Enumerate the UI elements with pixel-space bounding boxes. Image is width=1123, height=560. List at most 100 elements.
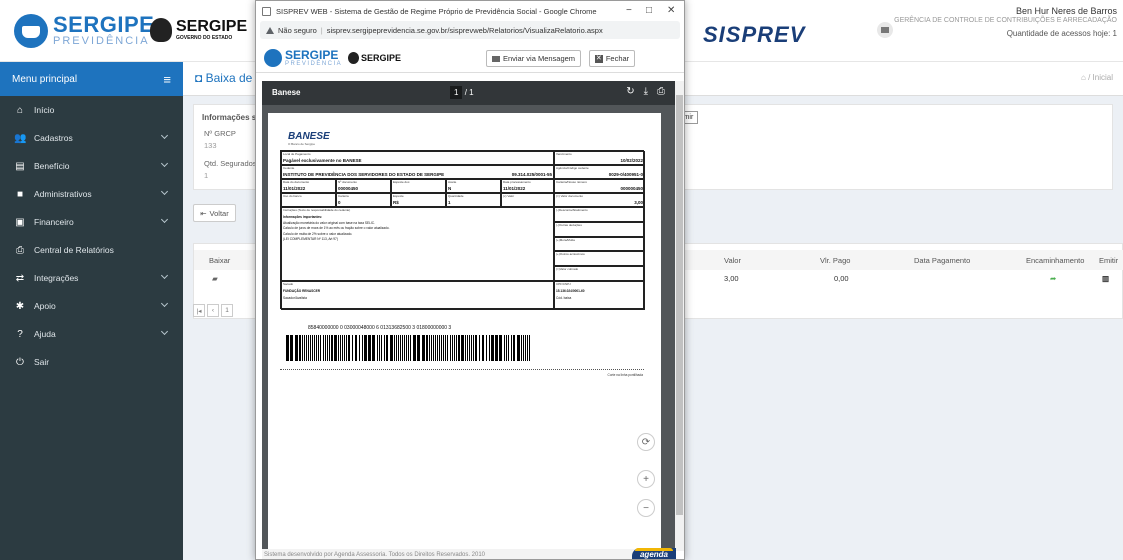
mini-logo-emblem-icon [264, 49, 282, 67]
barcode-bar [473, 335, 474, 361]
sergipe-previdencia-logo[interactable]: SERGIPE PREVIDÊNCIA [14, 14, 154, 48]
col-valor: Valor [724, 256, 741, 265]
barcode-bar [408, 335, 409, 361]
chevron-down-icon [160, 187, 169, 196]
address-bar[interactable]: Não seguro | sisprev.sergipeprevidencia.… [260, 21, 680, 39]
hamburger-menu-icon[interactable]: ≡ [163, 72, 171, 87]
sidebar-item-label: Financeiro [34, 217, 74, 227]
barcode-bar [316, 335, 317, 361]
cpf-cnpj-cell: CPF/CNPJ 15.136.024/0001-60 Cód. baixa [554, 281, 645, 310]
barcode-bar [491, 335, 494, 361]
instruction-line: Calculo de multa de 2% sobre o valor atu… [283, 231, 353, 236]
barcode-bar [439, 335, 440, 361]
barcode-icon[interactable]: ▥ [1102, 274, 1109, 283]
boleto-barcode [286, 335, 530, 361]
minimize-icon[interactable]: − [626, 5, 632, 16]
barcode-bar [364, 335, 367, 361]
sidebar-header: Menu principal ≡ [0, 62, 183, 96]
barcode-bar [413, 335, 416, 361]
barcode-bar [489, 335, 490, 361]
close-window-icon[interactable]: ✕ [667, 5, 675, 16]
barcode-bar [290, 335, 293, 361]
barcode-bar [410, 335, 411, 361]
forward-icon[interactable]: ➦ [1050, 274, 1056, 283]
barcode-bar [302, 335, 303, 361]
barcode-bar [359, 335, 360, 361]
download-icon[interactable]: ⤓ [644, 86, 648, 97]
x-valor-cell: (x) Valor [501, 193, 554, 207]
popup-scrollbar[interactable] [675, 81, 684, 551]
folder-open-icon[interactable]: ▰ [212, 274, 218, 283]
instrucoes-cell: Instruções (Texto de responsabilidade do… [281, 207, 554, 281]
fit-page-icon[interactable]: ⟳ [637, 433, 655, 451]
barcode-bar [304, 335, 305, 361]
barcode-bar [400, 335, 401, 361]
sidebar-title: Menu principal [12, 73, 78, 85]
sidebar-item-label: Central de Relatórios [34, 245, 114, 255]
prev-page-button[interactable]: ‹ [207, 304, 219, 317]
mini-sergipe-previdencia-logo: SERGIPE PREVIDÊNCIA [264, 49, 342, 67]
sidebar-item-1[interactable]: 👥 Cadastros [0, 124, 183, 152]
zoom-out-icon[interactable]: − [637, 499, 655, 517]
barcode-bar [521, 335, 522, 361]
question-icon: ? [17, 328, 23, 340]
barcode-bar [314, 335, 315, 361]
voltar-button[interactable]: ⇤ Voltar [193, 204, 236, 222]
nosso-numero-cell: Carteira/Nosso número 000000450 [554, 179, 645, 193]
voltar-label: Voltar [209, 208, 229, 218]
barcode-bar [475, 335, 477, 361]
sidebar-item-8[interactable]: ? Ajuda [0, 320, 183, 348]
barcode-bar [456, 335, 457, 361]
barcode-bar [377, 335, 378, 361]
maximize-icon[interactable]: □ [646, 5, 652, 16]
valor-documento-cell: (=) Valor documento 3,00 [554, 193, 645, 207]
barcode-bar [486, 335, 487, 361]
enviar-mensagem-button[interactable]: Enviar via Mensagem [486, 50, 581, 67]
barcode-bar [390, 335, 393, 361]
sidebar-item-label: Integrações [34, 273, 79, 283]
user-name: Ben Hur Neres de Barros [1015, 6, 1117, 16]
sidebar-item-7[interactable]: ✱ Apoio [0, 292, 183, 320]
barcode-bar [342, 335, 343, 361]
zoom-in-icon[interactable]: + [637, 470, 655, 488]
print-icon[interactable]: ⎙ [657, 86, 665, 97]
sidebar-item-5[interactable]: ⎙ Central de Relatórios [0, 236, 183, 264]
sidebar-item-label: Administrativos [34, 189, 92, 199]
page-title: ◘ Baixa de [195, 71, 253, 85]
barcode-bar [433, 335, 434, 361]
barcode-bar [362, 335, 363, 361]
breadcrumb[interactable]: ⌂ / Inicial [1081, 73, 1113, 82]
pdf-viewer[interactable]: BANESE O Banco de Sergipe Local de Pagam… [262, 105, 675, 553]
barcode-bar [381, 335, 382, 361]
instruction-line: Calculo de juros de mora de 1% ao mês ou… [283, 226, 390, 230]
instruction-line: Informações importantes: [283, 215, 323, 219]
mini-logo-subtext: PREVIDÊNCIA [285, 60, 343, 67]
chevron-down-icon [160, 327, 169, 336]
barcode-bar [384, 335, 385, 361]
sidebar-item-0[interactable]: ⌂ Início [0, 96, 183, 124]
sidebar-item-2[interactable]: ▤ Benefício [0, 152, 183, 180]
sidebar-item-label: Sair [34, 357, 50, 367]
barcode-bar [308, 335, 309, 361]
first-page-button[interactable]: |◂ [193, 304, 205, 317]
fechar-button[interactable]: ✕ Fechar [589, 50, 635, 67]
sidebar-item-label: Início [34, 105, 55, 115]
sidebar-item-6[interactable]: ⇄ Integrações [0, 264, 183, 292]
rotate-icon[interactable]: ↻ [626, 86, 634, 97]
page-favicon-icon [262, 6, 271, 16]
uso-banco-cell: Uso do banco [281, 193, 336, 207]
sidebar-item-3[interactable]: ■ Administrativos [0, 180, 183, 208]
sidebar-item-4[interactable]: ▣ Financeiro [0, 208, 183, 236]
barcode-bar [527, 335, 528, 361]
scroll-thumb[interactable] [676, 95, 683, 515]
access-count: Quantidade de acessos hoje: 1 [1006, 29, 1117, 38]
page-number-select[interactable]: 1 [221, 304, 233, 317]
not-secure-warning-icon [266, 26, 274, 34]
sidebar-item-9[interactable]: ⏻ Sair [0, 348, 183, 376]
logo-emblem-icon [14, 14, 48, 48]
sacado-cell: Sacado FUNDAÇÃO RENASCER Sacador/Avalist… [281, 281, 554, 310]
banese-logo: BANESE [288, 131, 330, 142]
barcode-bar [508, 335, 509, 361]
mail-icon[interactable] [877, 22, 893, 38]
page-number-input[interactable]: 1 [450, 86, 463, 99]
